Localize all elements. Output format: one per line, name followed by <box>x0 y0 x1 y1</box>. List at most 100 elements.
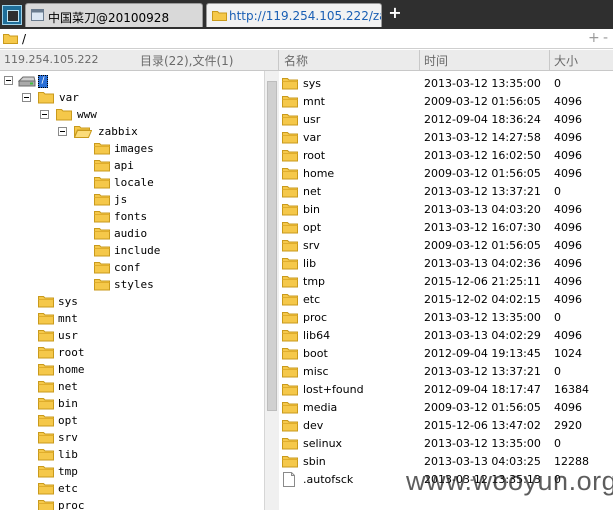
file-name: etc <box>303 293 321 306</box>
tree-item-locale[interactable]: locale <box>94 175 262 192</box>
tree-item-label: usr <box>58 329 78 342</box>
collapse-toggle-icon[interactable] <box>40 110 49 119</box>
collapse-toggle-icon[interactable] <box>4 76 13 85</box>
tree-item-var[interactable]: var <box>22 90 262 107</box>
remove-bookmark-button[interactable]: - <box>603 30 608 46</box>
collapse-toggle-icon[interactable] <box>22 93 31 102</box>
column-header-size[interactable]: 大小 <box>554 52 578 71</box>
column-divider[interactable] <box>419 50 420 71</box>
tree-item-srv[interactable]: srv <box>38 430 262 447</box>
file-size: 0 <box>554 437 561 450</box>
tree-item-js[interactable]: js <box>94 192 262 209</box>
folder-icon <box>56 107 72 124</box>
scrollbar-thumb[interactable] <box>267 81 277 411</box>
file-row[interactable]: home 2009-03-12 01:56:05 4096 <box>279 164 613 182</box>
file-row[interactable]: lost+found 2012-09-04 18:17:47 16384 <box>279 380 613 398</box>
tree-item-www[interactable]: www <box>40 107 262 124</box>
tree-item-home[interactable]: home <box>38 362 262 379</box>
file-row[interactable]: dev 2015-12-06 13:47:02 2920 <box>279 416 613 434</box>
tree-item-usr[interactable]: usr <box>38 328 262 345</box>
file-time: 2013-03-12 13:35:00 <box>424 437 541 450</box>
tree-item-include[interactable]: include <box>94 243 262 260</box>
tree-item-audio[interactable]: audio <box>94 226 262 243</box>
tab-file-manager[interactable]: http://119.254.105.222/zabbi... <box>206 3 382 27</box>
file-row[interactable]: misc 2013-03-12 13:37:21 0 <box>279 362 613 380</box>
folder-icon <box>38 328 54 345</box>
file-row[interactable]: var 2013-03-12 14:27:58 4096 <box>279 128 613 146</box>
folder-icon <box>38 498 54 510</box>
tab-home[interactable]: 中国菜刀@20100928 <box>25 3 203 27</box>
file-row[interactable]: sys 2013-03-12 13:35:00 0 <box>279 74 613 92</box>
file-name: boot <box>303 347 328 360</box>
file-row[interactable]: selinux 2013-03-12 13:35:00 0 <box>279 434 613 452</box>
tree-item-root[interactable]: root <box>38 345 262 362</box>
file-row[interactable]: media 2009-03-12 01:56:05 4096 <box>279 398 613 416</box>
folder-icon <box>38 90 54 107</box>
file-row[interactable]: boot 2012-09-04 19:13:45 1024 <box>279 344 613 362</box>
file-row[interactable]: srv 2009-03-12 01:56:05 4096 <box>279 236 613 254</box>
folder-icon <box>282 112 298 129</box>
tree-item-lib[interactable]: lib <box>38 447 262 464</box>
tree-item-sys[interactable]: sys <box>38 294 262 311</box>
file-name: home <box>303 167 335 180</box>
tree-item-opt[interactable]: opt <box>38 413 262 430</box>
file-row[interactable]: opt 2013-03-12 16:07:30 4096 <box>279 218 613 236</box>
file-row[interactable]: mnt 2009-03-12 01:56:05 4096 <box>279 92 613 110</box>
address-bar: / + - <box>0 29 613 49</box>
folder-icon <box>282 436 298 453</box>
tree-item-tmp[interactable]: tmp <box>38 464 262 481</box>
tree-item-net[interactable]: net <box>38 379 262 396</box>
new-tab-button[interactable]: + <box>387 5 403 21</box>
file-size: 0 <box>554 185 561 198</box>
tree-item-styles[interactable]: styles <box>94 277 262 294</box>
file-list: sys 2013-03-12 13:35:00 0 mnt 2009-03-12 01:… <box>279 71 613 510</box>
tree-item-fonts[interactable]: fonts <box>94 209 262 226</box>
file-size: 4096 <box>554 95 582 108</box>
folder-icon <box>282 346 298 363</box>
tree-item-etc[interactable]: etc <box>38 481 262 498</box>
column-header-time[interactable]: 时间 <box>424 52 448 71</box>
folder-icon <box>282 94 298 111</box>
file-row[interactable]: net 2013-03-12 13:37:21 0 <box>279 182 613 200</box>
folder-icon <box>38 362 54 379</box>
file-name: dev <box>303 419 324 432</box>
column-header-name[interactable]: 名称 <box>284 52 308 71</box>
file-time: 2013-03-13 04:03:20 <box>424 203 541 216</box>
file-size: 4096 <box>554 257 582 270</box>
file-row[interactable]: lib64 2013-03-13 04:02:29 4096 <box>279 326 613 344</box>
file-size: 4096 <box>554 239 582 252</box>
collapse-toggle-icon[interactable] <box>58 127 67 136</box>
drive-icon <box>17 75 36 90</box>
folder-icon <box>282 148 298 165</box>
file-row[interactable]: etc 2015-12-02 04:02:15 4096 <box>279 290 613 308</box>
folder-icon <box>38 396 54 413</box>
file-row[interactable]: usr 2012-09-04 18:36:24 4096 <box>279 110 613 128</box>
tree-scrollbar[interactable] <box>264 71 279 510</box>
tree-item-proc[interactable]: proc <box>38 498 262 510</box>
path-input[interactable]: / <box>22 32 26 46</box>
file-row[interactable]: proc 2013-03-12 13:35:00 0 <box>279 308 613 326</box>
file-size: 0 <box>554 77 561 90</box>
add-bookmark-button[interactable]: + <box>588 30 600 46</box>
tree-item-images[interactable]: images <box>94 141 262 158</box>
file-time: 2009-03-12 01:56:05 <box>424 401 541 414</box>
tree-item-api[interactable]: api <box>94 158 262 175</box>
folder-icon <box>94 209 110 226</box>
file-row[interactable]: lib 2013-03-13 04:02:36 4096 <box>279 254 613 272</box>
tree-item-root[interactable]: / <box>0 73 264 90</box>
file-row[interactable]: bin 2013-03-13 04:03:20 4096 <box>279 200 613 218</box>
file-icon <box>282 472 296 490</box>
column-divider[interactable] <box>549 50 550 71</box>
file-row[interactable]: root 2013-03-12 16:02:50 4096 <box>279 146 613 164</box>
app-menu-button[interactable] <box>2 5 22 25</box>
folder-icon <box>282 256 298 273</box>
tree-item-label: tmp <box>58 465 78 478</box>
tree-item-mnt[interactable]: mnt <box>38 311 262 328</box>
file-time: 2009-03-12 01:56:05 <box>424 239 541 252</box>
tree-item-zabbix[interactable]: zabbix <box>58 124 262 141</box>
folder-icon <box>282 166 298 183</box>
tree-item-bin[interactable]: bin <box>38 396 262 413</box>
tree-item-conf[interactable]: conf <box>94 260 262 277</box>
folder-icon <box>94 158 110 175</box>
file-row[interactable]: tmp 2015-12-06 21:25:11 4096 <box>279 272 613 290</box>
